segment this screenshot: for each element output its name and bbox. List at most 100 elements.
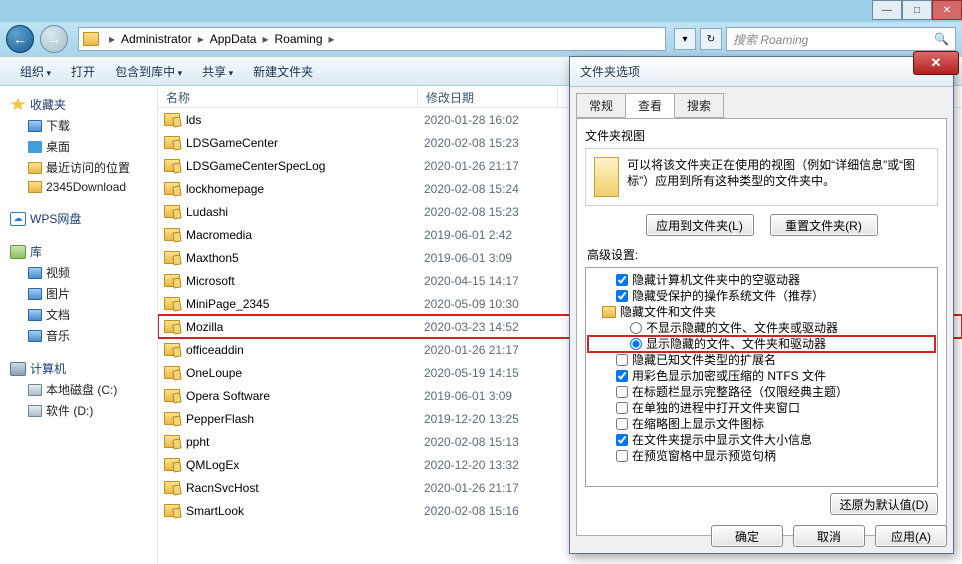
advanced-tree[interactable]: 隐藏计算机文件夹中的空驱动器隐藏受保护的操作系统文件（推荐）隐藏文件和文件夹不显… xyxy=(585,267,938,487)
sidebar-computer[interactable]: 计算机 xyxy=(0,358,157,379)
tree-item-label: 隐藏已知文件类型的扩展名 xyxy=(632,352,776,368)
tree-item[interactable]: 隐藏计算机文件夹中的空驱动器 xyxy=(588,272,935,288)
tab-view[interactable]: 查看 xyxy=(625,93,675,118)
crumb-2[interactable]: Roaming xyxy=(272,32,324,46)
tab-general[interactable]: 常规 xyxy=(576,93,626,118)
picture-icon xyxy=(28,288,42,300)
folder-icon xyxy=(164,205,180,218)
sidebar-libraries[interactable]: 库 xyxy=(0,241,157,262)
check-icon[interactable] xyxy=(616,386,628,398)
apply-button[interactable]: 应用(A) xyxy=(875,525,947,547)
search-input[interactable]: 搜索 Roaming 🔍 xyxy=(726,27,956,51)
tab-search[interactable]: 搜索 xyxy=(674,93,724,118)
music-icon xyxy=(28,330,42,342)
cancel-button[interactable]: 取消 xyxy=(793,525,865,547)
tree-item[interactable]: 隐藏文件和文件夹 xyxy=(588,304,935,320)
sidebar-item-d[interactable]: 软件 (D:) xyxy=(0,400,157,421)
folder-icon xyxy=(164,251,180,264)
sidebar-item-music[interactable]: 音乐 xyxy=(0,325,157,346)
sidebar-wps[interactable]: ☁WPS网盘 xyxy=(0,208,157,229)
sidebar-item-downloads[interactable]: 下载 xyxy=(0,115,157,136)
newfolder-button[interactable]: 新建文件夹 xyxy=(243,59,323,84)
folder-icon xyxy=(28,162,42,174)
check-icon[interactable] xyxy=(616,402,628,414)
refresh-button[interactable]: ↻ xyxy=(700,28,722,50)
cloud-icon: ☁ xyxy=(10,212,26,226)
max-button[interactable]: □ xyxy=(902,0,932,20)
search-placeholder: 搜索 Roaming xyxy=(733,31,808,48)
download-icon xyxy=(28,120,42,132)
tree-item[interactable]: 在缩略图上显示文件图标 xyxy=(588,416,935,432)
tree-item[interactable]: 隐藏已知文件类型的扩展名 xyxy=(588,352,935,368)
check-icon[interactable] xyxy=(616,418,628,430)
tree-item[interactable]: 在文件夹提示中显示文件大小信息 xyxy=(588,432,935,448)
close-button[interactable]: ✕ xyxy=(932,0,962,20)
sidebar-item-pictures[interactable]: 图片 xyxy=(0,283,157,304)
nav-strip: ← → ▸ Administrator ▸ AppData ▸ Roaming … xyxy=(0,22,962,56)
reset-folders-button[interactable]: 重置文件夹(R) xyxy=(770,214,878,236)
restore-defaults-button[interactable]: 还原为默认值(D) xyxy=(830,493,938,515)
file-name: SmartLook xyxy=(186,504,244,518)
tree-item-label: 不显示隐藏的文件、文件夹或驱动器 xyxy=(646,320,838,336)
sidebar-label: 库 xyxy=(30,243,42,260)
radio-icon[interactable] xyxy=(630,338,642,350)
open-button[interactable]: 打开 xyxy=(61,59,105,84)
tree-item[interactable]: 在单独的进程中打开文件夹窗口 xyxy=(588,400,935,416)
include-menu[interactable]: 包含到库中 xyxy=(105,59,192,84)
check-icon[interactable] xyxy=(616,434,628,446)
computer-icon xyxy=(10,362,26,376)
sidebar-item-recent[interactable]: 最近访问的位置 xyxy=(0,157,157,178)
tree-item-label: 隐藏文件和文件夹 xyxy=(620,304,716,320)
forward-button[interactable]: → xyxy=(40,25,68,53)
tree-item[interactable]: 用彩色显示加密或压缩的 NTFS 文件 xyxy=(588,368,935,384)
back-button[interactable]: ← xyxy=(6,25,34,53)
star-icon xyxy=(10,98,26,112)
tree-item[interactable]: 显示隐藏的文件、文件夹和驱动器 xyxy=(588,336,935,352)
file-name: Maxthon5 xyxy=(186,251,239,265)
folder-icon xyxy=(164,366,180,379)
sidebar-item-label: 最近访问的位置 xyxy=(46,159,130,176)
sidebar-item-video[interactable]: 视频 xyxy=(0,262,157,283)
radio-icon[interactable] xyxy=(630,322,642,334)
tree-item[interactable]: 在预览窗格中显示预览句柄 xyxy=(588,448,935,464)
sidebar-item-docs[interactable]: 文档 xyxy=(0,304,157,325)
address-bar[interactable]: ▸ Administrator ▸ AppData ▸ Roaming ▸ xyxy=(78,27,666,51)
apply-to-folders-button[interactable]: 应用到文件夹(L) xyxy=(646,214,754,236)
tree-item-label: 在预览窗格中显示预览句柄 xyxy=(632,448,776,464)
file-name: LDSGameCenterSpecLog xyxy=(186,159,325,173)
crumb-1[interactable]: AppData xyxy=(208,32,259,46)
check-icon[interactable] xyxy=(616,370,628,382)
organize-menu[interactable]: 组织 xyxy=(10,59,61,84)
crumb-0[interactable]: Administrator xyxy=(119,32,194,46)
folderview-icon xyxy=(594,157,619,197)
tree-item-label: 在缩略图上显示文件图标 xyxy=(632,416,764,432)
sidebar-item-2345[interactable]: 2345Download xyxy=(0,178,157,196)
col-name[interactable]: 名称 xyxy=(158,86,418,107)
folder-icon xyxy=(164,159,180,172)
share-menu[interactable]: 共享 xyxy=(192,59,243,84)
sidebar-item-c[interactable]: 本地磁盘 (C:) xyxy=(0,379,157,400)
check-icon[interactable] xyxy=(616,274,628,286)
sidebar-item-label: 桌面 xyxy=(46,138,70,155)
sidebar-favorites[interactable]: 收藏夹 xyxy=(0,94,157,115)
dialog-close-button[interactable]: ✕ xyxy=(913,51,959,75)
folder-icon xyxy=(164,435,180,448)
tree-item[interactable]: 不显示隐藏的文件、文件夹或驱动器 xyxy=(588,320,935,336)
folder-icon xyxy=(83,32,99,46)
folder-icon xyxy=(164,389,180,402)
sidebar-item-desktop[interactable]: 桌面 xyxy=(0,136,157,157)
sidebar-item-label: 2345Download xyxy=(46,180,126,194)
check-icon[interactable] xyxy=(616,354,628,366)
col-date[interactable]: 修改日期 xyxy=(418,86,558,107)
sidebar-item-label: 图片 xyxy=(46,285,70,302)
folder-options-dialog: 文件夹选项 ✕ 常规 查看 搜索 文件夹视图 可以将该文件夹正在使用的视图（例如… xyxy=(569,56,954,554)
tree-item[interactable]: 隐藏受保护的操作系统文件（推荐） xyxy=(588,288,935,304)
ok-button[interactable]: 确定 xyxy=(711,525,783,547)
sep-icon: ▸ xyxy=(258,32,272,46)
check-icon[interactable] xyxy=(616,450,628,462)
min-button[interactable]: — xyxy=(872,0,902,20)
folder-icon xyxy=(164,228,180,241)
history-dropdown[interactable]: ▾ xyxy=(674,28,696,50)
check-icon[interactable] xyxy=(616,290,628,302)
tree-item[interactable]: 在标题栏显示完整路径（仅限经典主题） xyxy=(588,384,935,400)
